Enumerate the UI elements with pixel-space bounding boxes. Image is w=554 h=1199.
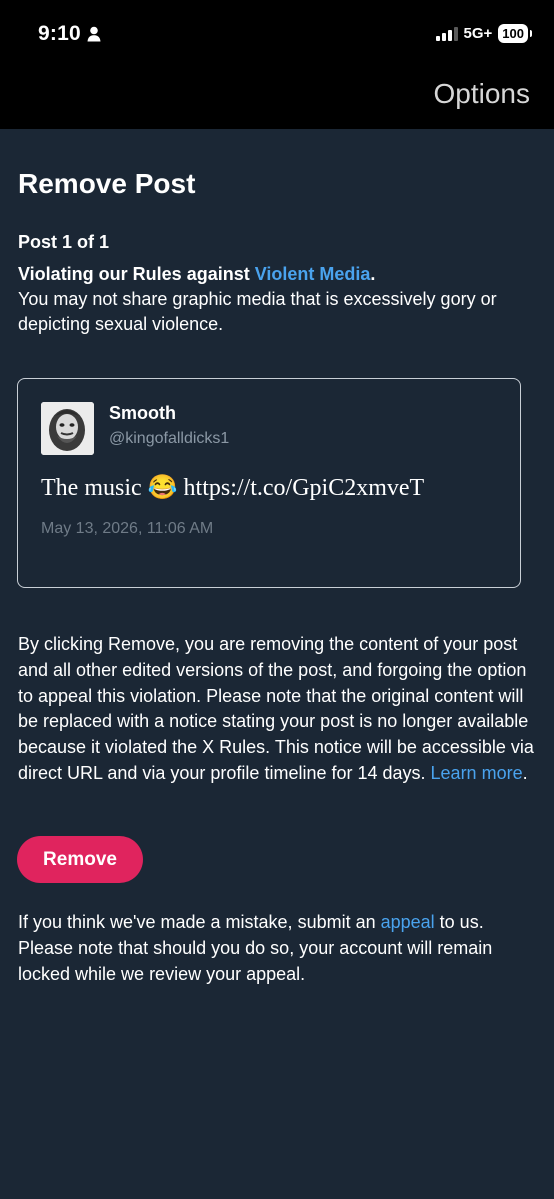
post-card: Smooth @kingofalldicks1 The music 😂 http… — [17, 378, 521, 588]
post-text: The music 😂 https://t.co/GpiC2xmveT — [41, 475, 425, 501]
post-count: Post 1 of 1 — [18, 232, 110, 252]
remove-button[interactable]: Remove — [17, 836, 143, 883]
violation-suffix: . — [370, 264, 376, 284]
violation-prefix: Violating our Rules against — [18, 264, 255, 284]
appeal-link[interactable]: appeal — [381, 912, 435, 932]
avatar — [41, 402, 94, 455]
explanation-end: . — [522, 762, 528, 783]
learn-more-link[interactable]: Learn more — [431, 763, 523, 783]
status-indicators: 5G+ 100 — [435, 24, 532, 43]
violation-rule-link[interactable]: Violent Media — [255, 264, 371, 284]
appeal-note: If you think we've made a mistake, submi… — [18, 910, 538, 987]
removal-explanation: By clicking Remove, you are removing the… — [18, 632, 538, 787]
post-date: May 13, 2026, 11:06 AM — [41, 520, 214, 537]
network-label: 5G+ — [463, 25, 493, 42]
options-button[interactable]: Options — [434, 78, 531, 110]
status-time: 9:10 — [38, 22, 101, 46]
violation-info: Violating our Rules against Violent Medi… — [18, 262, 538, 337]
author-name: Smooth — [109, 403, 176, 423]
signal-icon — [435, 26, 458, 41]
top-bar: 9:10 5G+ 100 Options — [0, 0, 554, 129]
battery-icon: 100 — [498, 24, 532, 43]
time-text: 9:10 — [38, 22, 81, 45]
violation-description: You may not share graphic media that is … — [18, 289, 497, 334]
page-title: Remove Post — [18, 168, 196, 199]
author-handle: @kingofalldicks1 — [109, 430, 230, 447]
appeal-prefix: If you think we've made a mistake, submi… — [18, 912, 381, 932]
explanation-text: By clicking Remove, you are removing the… — [18, 634, 534, 783]
person-icon — [87, 26, 101, 42]
battery-level: 100 — [502, 26, 524, 41]
